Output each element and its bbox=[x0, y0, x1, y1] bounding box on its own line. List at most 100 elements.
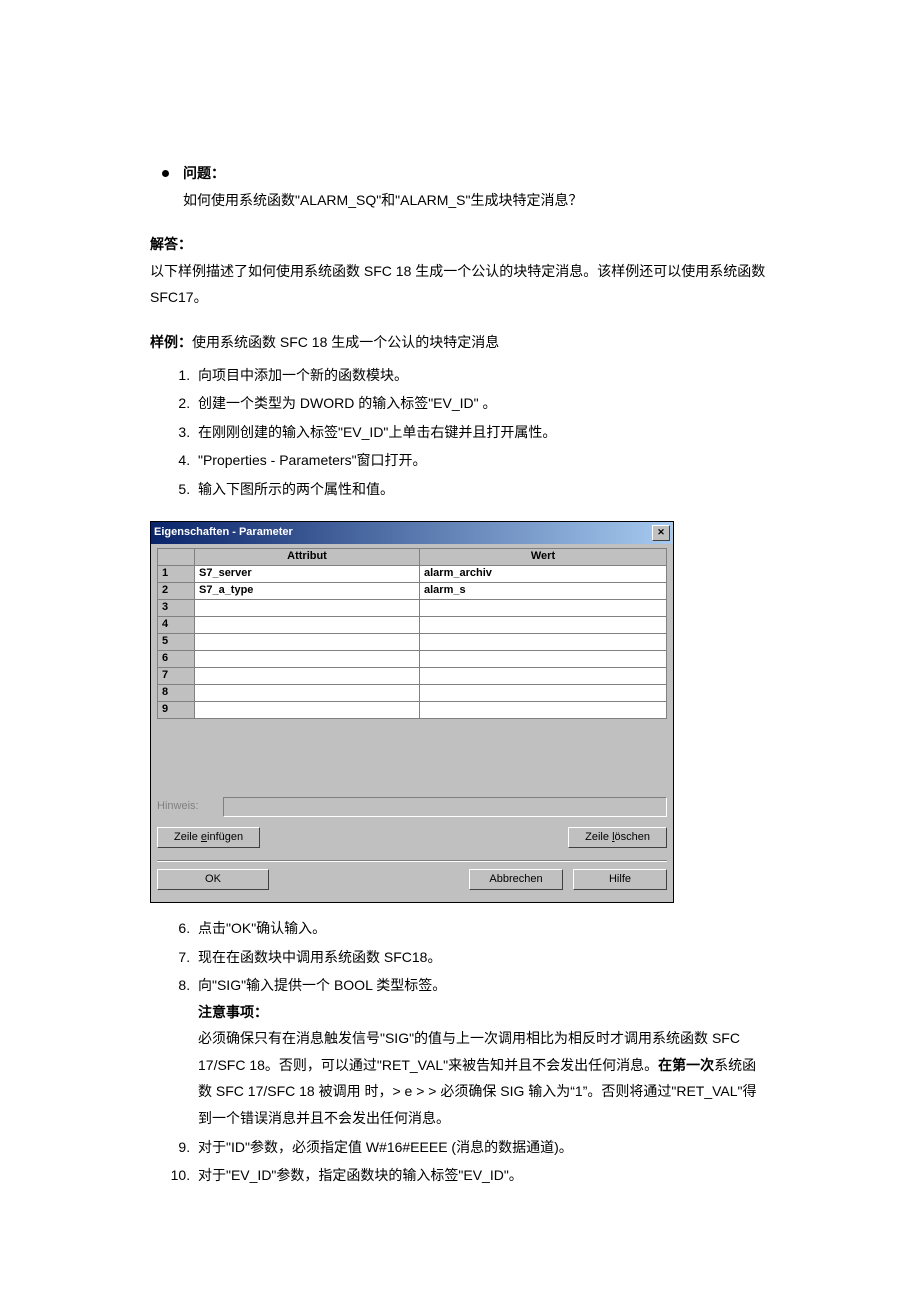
hinweis-field[interactable] bbox=[223, 797, 667, 817]
grid-corner bbox=[158, 548, 195, 565]
dialog-body: Attribut Wert 1S7_serveralarm_archiv 2S7… bbox=[151, 544, 673, 902]
grid-row[interactable]: 3 bbox=[158, 599, 667, 616]
grid-cell-attr[interactable] bbox=[195, 667, 420, 684]
step-item: 现在在函数块中调用系统函数 SFC18。 bbox=[194, 944, 770, 971]
example-heading: 样例：使用系统函数 SFC 18 生成一个公认的块特定消息 bbox=[150, 329, 770, 356]
grid-cell-wert[interactable] bbox=[420, 701, 667, 718]
help-button[interactable]: Hilfe bbox=[573, 869, 667, 890]
grid-cell-wert[interactable] bbox=[420, 684, 667, 701]
step-item: "Properties - Parameters"窗口打开。 bbox=[194, 447, 770, 474]
step-item: 对于"ID"参数，必须指定值 W#16#EEEE (消息的数据通道)。 bbox=[194, 1134, 770, 1161]
step-text: 向项目中添加一个新的函数模块。 bbox=[198, 367, 408, 383]
step-item: 对于"EV_ID"参数，指定函数块的输入标签"EV_ID"。 bbox=[194, 1162, 770, 1189]
grid-row[interactable]: 8 bbox=[158, 684, 667, 701]
grid-cell-wert[interactable] bbox=[420, 667, 667, 684]
document-page: 问题： 如何使用系统函数"ALARM_SQ"和"ALARM_S"生成块特定消息？… bbox=[0, 0, 920, 1271]
step-text: 现在在函数块中调用系统函数 SFC18。 bbox=[198, 949, 441, 965]
example-label-rest: 使用系统函数 SFC 18 生成一个公认的块特定消息 bbox=[192, 334, 499, 350]
grid-cell-wert[interactable]: alarm_s bbox=[420, 582, 667, 599]
grid-rownum: 2 bbox=[158, 582, 195, 599]
step-item: 创建一个类型为 DWORD 的输入标签"EV_ID" 。 bbox=[194, 390, 770, 417]
grid-row[interactable]: 4 bbox=[158, 616, 667, 633]
hinweis-row: Hinweis: bbox=[157, 797, 667, 817]
row-actions: Zeile einfügen Zeile löschen bbox=[157, 827, 667, 848]
grid-header-row: Attribut Wert bbox=[158, 548, 667, 565]
col-header-attribut: Attribut bbox=[195, 548, 420, 565]
btn-text: öschen bbox=[615, 831, 650, 843]
delete-row-button[interactable]: Zeile löschen bbox=[568, 827, 667, 848]
dialog-title: Eigenschaften - Parameter bbox=[154, 526, 652, 539]
insert-row-button[interactable]: Zeile einfügen bbox=[157, 827, 260, 848]
grid-cell-attr[interactable] bbox=[195, 650, 420, 667]
note-text-bold: 在第一次 bbox=[658, 1057, 714, 1073]
grid-rownum: 1 bbox=[158, 565, 195, 582]
grid-cell-attr[interactable] bbox=[195, 599, 420, 616]
grid-row[interactable]: 6 bbox=[158, 650, 667, 667]
dialog-screenshot: Eigenschaften - Parameter ✕ Attribut Wer… bbox=[150, 521, 770, 903]
grid-empty-area bbox=[157, 719, 667, 789]
hinweis-label: Hinweis: bbox=[157, 800, 217, 813]
bullet-icon bbox=[162, 170, 169, 177]
grid-row[interactable]: 2S7_a_typealarm_s bbox=[158, 582, 667, 599]
grid-cell-attr[interactable] bbox=[195, 701, 420, 718]
grid-cell-attr[interactable]: S7_server bbox=[195, 565, 420, 582]
question-label: 问题： bbox=[183, 160, 225, 187]
grid-rownum: 7 bbox=[158, 667, 195, 684]
btn-text: infügen bbox=[207, 831, 243, 843]
note-label: 注意事项： bbox=[198, 999, 770, 1026]
grid-row[interactable]: 9 bbox=[158, 701, 667, 718]
grid-row[interactable]: 7 bbox=[158, 667, 667, 684]
step-text: 创建一个类型为 DWORD 的输入标签"EV_ID" 。 bbox=[198, 395, 497, 411]
steps-list-b: 点击"OK"确认输入。 现在在函数块中调用系统函数 SFC18。 向"SIG"输… bbox=[194, 915, 770, 1189]
cancel-button[interactable]: Abbrechen bbox=[469, 869, 563, 890]
close-icon[interactable]: ✕ bbox=[652, 525, 670, 541]
properties-dialog: Eigenschaften - Parameter ✕ Attribut Wer… bbox=[150, 521, 674, 903]
answer-paragraph: 以下样例描述了如何使用系统函数 SFC 18 生成一个公认的块特定消息。该样例还… bbox=[150, 258, 770, 311]
grid-cell-attr[interactable] bbox=[195, 616, 420, 633]
grid-rownum: 5 bbox=[158, 633, 195, 650]
step-item: 在刚刚创建的输入标签"EV_ID"上单击右键并且打开属性。 bbox=[194, 419, 770, 446]
note-paragraph: 必须确保只有在消息触发信号"SIG"的值与上一次调用相比为相反时才调用系统函数 … bbox=[198, 1025, 770, 1131]
grid-cell-attr[interactable] bbox=[195, 684, 420, 701]
step-item: 向项目中添加一个新的函数模块。 bbox=[194, 362, 770, 389]
step-text: "Properties - Parameters"窗口打开。 bbox=[198, 452, 427, 468]
step-item: 输入下图所示的两个属性和值。 bbox=[194, 476, 770, 503]
example-label-bold: 样例： bbox=[150, 334, 192, 350]
grid-row[interactable]: 5 bbox=[158, 633, 667, 650]
grid-rownum: 8 bbox=[158, 684, 195, 701]
grid-cell-wert[interactable]: alarm_archiv bbox=[420, 565, 667, 582]
step-text: 对于"ID"参数，必须指定值 W#16#EEEE (消息的数据通道)。 bbox=[198, 1139, 573, 1155]
step-text: 点击"OK"确认输入。 bbox=[198, 920, 326, 936]
answer-section: 解答： 以下样例描述了如何使用系统函数 SFC 18 生成一个公认的块特定消息。… bbox=[150, 231, 770, 311]
dialog-footer: OK Abbrechen Hilfe bbox=[157, 860, 667, 896]
grid-cell-wert[interactable] bbox=[420, 633, 667, 650]
grid-rownum: 4 bbox=[158, 616, 195, 633]
btn-text: Zeile bbox=[585, 831, 612, 843]
step-text: 对于"EV_ID"参数，指定函数块的输入标签"EV_ID"。 bbox=[198, 1167, 523, 1183]
grid-cell-attr[interactable]: S7_a_type bbox=[195, 582, 420, 599]
spacer bbox=[260, 827, 568, 848]
spacer bbox=[269, 869, 469, 890]
step-text: 在刚刚创建的输入标签"EV_ID"上单击右键并且打开属性。 bbox=[198, 424, 556, 440]
btn-text: Zeile bbox=[174, 831, 201, 843]
ok-button[interactable]: OK bbox=[157, 869, 269, 890]
spacer bbox=[563, 869, 573, 890]
step-text: 向"SIG"输入提供一个 BOOL 类型标签。 bbox=[198, 977, 446, 993]
grid-rownum: 9 bbox=[158, 701, 195, 718]
grid-cell-attr[interactable] bbox=[195, 633, 420, 650]
grid-cell-wert[interactable] bbox=[420, 650, 667, 667]
grid-cell-wert[interactable] bbox=[420, 599, 667, 616]
grid-rownum: 3 bbox=[158, 599, 195, 616]
col-header-wert: Wert bbox=[420, 548, 667, 565]
question-text: 如何使用系统函数"ALARM_SQ"和"ALARM_S"生成块特定消息？ bbox=[183, 187, 770, 214]
grid-cell-wert[interactable] bbox=[420, 616, 667, 633]
step-item: 点击"OK"确认输入。 bbox=[194, 915, 770, 942]
question-heading: 问题： bbox=[162, 160, 770, 187]
step-item: 向"SIG"输入提供一个 BOOL 类型标签。 注意事项： 必须确保只有在消息触… bbox=[194, 972, 770, 1132]
parameter-grid[interactable]: Attribut Wert 1S7_serveralarm_archiv 2S7… bbox=[157, 548, 667, 719]
grid-rownum: 6 bbox=[158, 650, 195, 667]
steps-list-a: 向项目中添加一个新的函数模块。 创建一个类型为 DWORD 的输入标签"EV_I… bbox=[194, 362, 770, 503]
answer-label: 解答： bbox=[150, 231, 770, 258]
grid-row[interactable]: 1S7_serveralarm_archiv bbox=[158, 565, 667, 582]
dialog-titlebar: Eigenschaften - Parameter ✕ bbox=[151, 522, 673, 544]
